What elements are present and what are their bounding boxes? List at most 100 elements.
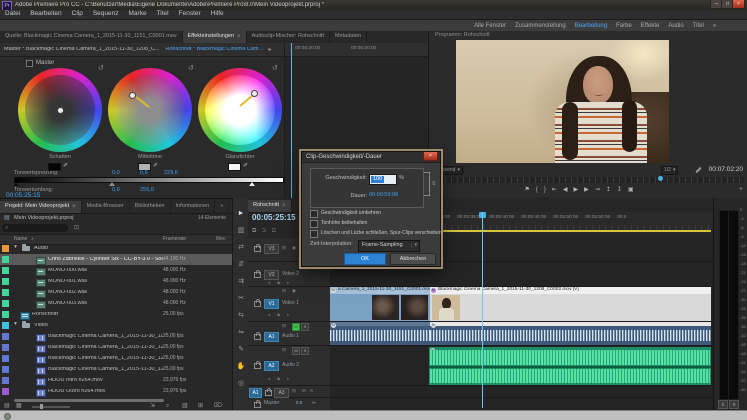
lock-icon[interactable] (254, 363, 261, 369)
tab-metadata[interactable]: Metadaten (330, 31, 367, 43)
lock-icon[interactable] (254, 301, 261, 307)
pen-tool-icon[interactable]: ✎ (233, 346, 249, 353)
column-name[interactable]: Name (14, 237, 27, 242)
label-color-swatch[interactable] (2, 267, 9, 274)
project-row-sequence[interactable]: Rohschnitt25,00 fps (0, 309, 232, 320)
toggle-output-icon[interactable]: ◉ (292, 289, 296, 294)
item-name[interactable]: Video (34, 323, 48, 329)
workspace-item-titel[interactable]: Titel (693, 23, 704, 29)
tab-libraries[interactable]: Bibliotheken (130, 201, 171, 213)
menu-marke[interactable]: Marke (129, 11, 147, 18)
speed-input[interactable]: 100 (369, 174, 397, 185)
mark-in-icon[interactable]: { (536, 187, 538, 193)
reset-icon[interactable]: ↺ (188, 65, 194, 72)
project-row-audio[interactable]: MONO-000.wav48.000 Hz (0, 265, 232, 276)
zoom-tool-icon[interactable]: ◎ (233, 380, 249, 387)
tonal-value[interactable]: 0,0 (112, 171, 120, 177)
menu-datei[interactable]: Datei (5, 11, 20, 18)
track-select-tool-icon[interactable]: ▥ (233, 227, 249, 234)
menu-clip[interactable]: Clip (72, 11, 83, 18)
lock-icon[interactable] (254, 402, 261, 408)
program-video-frame[interactable] (456, 40, 669, 163)
item-name[interactable]: Blackmagic Cinema Camera_1_2015-11-30_12… (48, 367, 163, 373)
rate-stretch-tool-icon[interactable]: ⇉ (233, 278, 249, 285)
label-color-swatch[interactable] (2, 377, 9, 384)
shadows-wheel-handle[interactable] (57, 107, 64, 114)
track-name[interactable]: Video 1 (282, 301, 299, 306)
eyedropper-icon[interactable]: ✐ (153, 163, 158, 169)
new-item-icon[interactable]: ⊞ (198, 403, 203, 409)
track-header-v1[interactable]: ⊟ ◉ V1 Video 1 ◂ ◆ ▸ (248, 287, 330, 322)
menu-sequenz[interactable]: Sequenz (93, 11, 119, 18)
project-row-audio[interactable]: MONO-001.wav48.000 Hz (0, 276, 232, 287)
midtones-color-wheel[interactable] (108, 68, 192, 152)
sync-lock-icon[interactable]: ⊟ (282, 348, 286, 353)
automate-to-sequence-icon[interactable]: ⇲ (150, 403, 155, 409)
solo-button[interactable]: S (310, 389, 313, 394)
razor-tool-icon[interactable]: ✂ (233, 295, 249, 302)
label-color-swatch[interactable] (2, 355, 9, 362)
ec-playhead[interactable] (291, 43, 292, 198)
item-name[interactable]: Blackmagic Cinema Camera_1_2015-11-30_12… (48, 356, 163, 362)
resolution-dropdown[interactable]: 1/2▾ (661, 166, 678, 175)
workspace-item-bearbeitung[interactable]: Bearbeitung (575, 23, 607, 29)
toggle-output-icon[interactable]: ◉ (292, 246, 296, 251)
project-file-name[interactable]: Mein Videoprojekt.prproj (14, 216, 74, 222)
step-back-icon[interactable]: ◀ (563, 187, 568, 193)
tonal-value[interactable]: 229,6 (164, 171, 178, 177)
track-target-v3[interactable]: V3 (264, 244, 279, 254)
button-editor-icon[interactable]: + (739, 186, 743, 193)
search-input[interactable]: ⌕ (2, 224, 68, 232)
track-a2-content[interactable]: fx (330, 346, 713, 386)
midtones-wheel-handle[interactable] (129, 92, 136, 99)
track-v1-content[interactable]: a Camera_1_2015-11-30_1151_C0001.mov [V]… (330, 287, 713, 322)
item-name[interactable]: Audio (34, 246, 48, 252)
workspace-item-zusammenstellung[interactable]: Zusammenstellung (515, 23, 566, 29)
timeline-timecode[interactable]: 00:05:25:15 (252, 214, 296, 222)
track-name[interactable]: Audio 2 (282, 363, 299, 368)
mark-out-icon[interactable]: } (544, 187, 546, 193)
checkbox[interactable] (310, 220, 318, 228)
item-name[interactable]: MONO-003.wav (48, 301, 87, 307)
workspace-item-audio[interactable]: Audio (668, 23, 683, 29)
clip-music[interactable]: fx (429, 347, 711, 385)
project-row-video[interactable]: HOOU Intro h264.mov23,976 fps (0, 375, 232, 386)
tab-effect-controls[interactable]: Effekteinstellungen× (183, 31, 247, 43)
label-color-swatch[interactable] (2, 322, 9, 329)
label-color-swatch[interactable] (2, 344, 9, 351)
cancel-button[interactable]: Abbrechen (390, 253, 436, 265)
expand-icon[interactable]: ↦ (312, 401, 316, 406)
reset-icon[interactable]: ↺ (98, 65, 104, 72)
selection-tool-icon[interactable]: ► (233, 210, 249, 217)
tab-program[interactable]: Programm: Rohschnitt (435, 33, 490, 39)
item-name[interactable]: Rohschnitt (32, 312, 58, 318)
menu-fenster[interactable]: Fenster (179, 11, 201, 18)
keyframe-nav[interactable]: ◂ ◆ ▸ (268, 313, 292, 317)
label-color-swatch[interactable] (2, 289, 9, 296)
project-row-video[interactable]: Blackmagic Cinema Camera_1_2015-11-30_12… (0, 342, 232, 353)
item-name[interactable]: HOOU Intro h264.mov (48, 378, 103, 384)
slip-tool-icon[interactable]: ⇆ (233, 312, 249, 319)
track-name[interactable]: Audio 1 (282, 334, 299, 339)
close-button[interactable]: × (732, 0, 745, 9)
lock-icon[interactable] (265, 390, 272, 396)
clip-video-2-selected[interactable]: Blackmagic Cinema Camera_1_2015-11-30_12… (430, 287, 711, 321)
master-effect-checkbox[interactable] (26, 60, 33, 67)
item-name[interactable]: Chris Zabriskie - Cylinder Six - CC-BY-3… (48, 257, 163, 263)
tab-audio-clip-mixer[interactable]: Audioclip-Mischer: Rohschnitt (247, 31, 330, 43)
highlights-color-wheel[interactable] (198, 68, 282, 152)
delete-icon[interactable]: ⌦ (214, 403, 222, 409)
slide-tool-icon[interactable]: ⇋ (233, 329, 249, 336)
slider-handle-black[interactable] (13, 182, 19, 186)
workspace-overflow[interactable]: » (713, 23, 716, 29)
workspace-item-alle-fenster[interactable]: Alle Fenster (474, 23, 506, 29)
sort-icon[interactable]: ∧ (31, 237, 34, 241)
chevron-right-icon[interactable]: ▸ (266, 47, 272, 53)
disclosure-icon[interactable]: ▼ (13, 245, 18, 250)
tonal-value[interactable]: 0,0 (112, 188, 120, 194)
project-row-audio[interactable]: Chris Zabriskie - Cylinder Six - CC-BY-3… (0, 254, 232, 265)
project-row-video[interactable]: Blackmagic Cinema Camera_1_2015-11-30_11… (0, 331, 232, 342)
track-target-a2[interactable]: A2 (264, 361, 279, 371)
wrench-icon[interactable] (695, 167, 701, 173)
menu-titel[interactable]: Titel (157, 11, 169, 18)
